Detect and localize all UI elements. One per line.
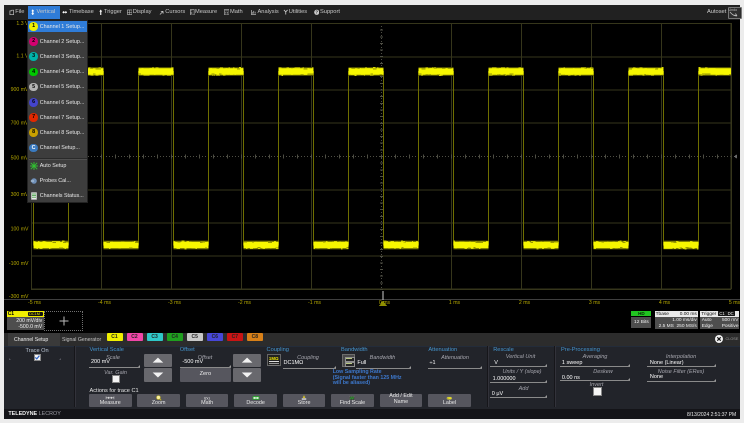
svg-text:3 ms: 3 ms <box>589 300 601 306</box>
svg-text:5 ms: 5 ms <box>729 300 741 306</box>
svg-text:2 ms: 2 ms <box>519 300 531 306</box>
svg-text:-5 ms: -5 ms <box>28 300 41 306</box>
svg-text:-4 ms: -4 ms <box>98 300 111 306</box>
svg-text:100 mV: 100 mV <box>11 227 29 233</box>
svg-text:-100 mV: -100 mV <box>9 261 29 267</box>
svg-text:4 ms: 4 ms <box>659 300 671 306</box>
svg-text:-1 ms: -1 ms <box>308 300 321 306</box>
svg-text:-3 ms: -3 ms <box>168 300 181 306</box>
svg-text:-2 ms: -2 ms <box>238 300 251 306</box>
svg-text:1 ms: 1 ms <box>449 300 461 306</box>
